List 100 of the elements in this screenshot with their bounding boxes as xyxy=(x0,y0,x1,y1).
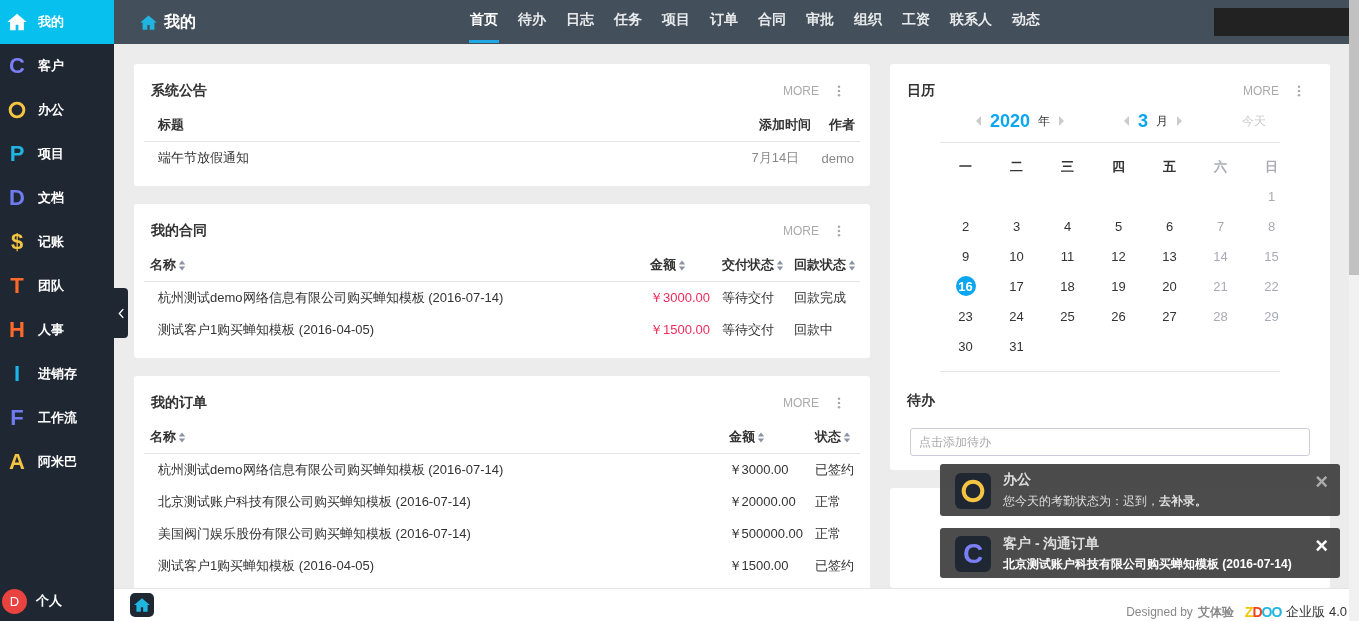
calendar-day[interactable]: 2 xyxy=(955,216,976,236)
next-month-icon[interactable] xyxy=(1176,116,1183,126)
sidebar-item[interactable]: F 工作流 xyxy=(0,396,114,440)
notification-message: 北京测试账户科技有限公司购买蝉知模板 (2016-07-14) xyxy=(1003,557,1293,572)
brand-logo: ZDOO xyxy=(1244,604,1282,620)
calendar-day[interactable]: 19 xyxy=(1108,276,1129,296)
avatar: D xyxy=(2,588,27,614)
menu-letter: H xyxy=(8,319,26,341)
sort-icon[interactable] xyxy=(848,259,856,271)
sidebar-item[interactable]: D 文档 xyxy=(0,176,114,220)
todo-input-field[interactable]: 点击添加待办 xyxy=(910,428,1310,456)
sidebar-item[interactable]: I 进销存 xyxy=(0,352,114,396)
calendar-day[interactable]: 11 xyxy=(1057,246,1078,266)
column-header[interactable]: 名称 xyxy=(150,256,186,274)
sidebar-item[interactable]: $ 记账 xyxy=(0,220,114,264)
month-unit: 月 xyxy=(1156,112,1169,130)
column-header[interactable]: 名称 xyxy=(150,428,186,446)
menu-letter: F xyxy=(9,407,25,429)
sort-icon[interactable] xyxy=(756,431,765,443)
nav-tab[interactable]: 组织 xyxy=(853,0,883,43)
column-header[interactable]: 作者 xyxy=(829,116,856,134)
calendar-day[interactable]: 18 xyxy=(1057,276,1078,296)
sort-icon[interactable] xyxy=(178,431,186,443)
sort-icon[interactable] xyxy=(178,259,186,271)
designer-link[interactable]: 艾体验 xyxy=(1197,603,1234,621)
nav-tab[interactable]: 合同 xyxy=(757,0,787,43)
sidebar-item[interactable]: C 客户 xyxy=(0,44,114,88)
calendar-day[interactable]: 4 xyxy=(1057,216,1078,236)
calendar-day[interactable]: 10 xyxy=(1006,246,1027,266)
sort-icon[interactable] xyxy=(843,431,851,443)
more-options-icon[interactable] xyxy=(837,397,841,409)
column-header[interactable]: 标题 xyxy=(158,116,184,134)
calendar-day[interactable]: 12 xyxy=(1108,246,1129,266)
column-header[interactable]: 交付状态 xyxy=(722,256,784,274)
calendar-day[interactable]: 5 xyxy=(1108,216,1129,236)
edition-text: 企业版 4.0 xyxy=(1286,603,1347,621)
sidebar-item[interactable]: H 人事 xyxy=(0,308,114,352)
weekday-label: 四 xyxy=(1111,158,1126,176)
calendar-day[interactable]: 3 xyxy=(1006,216,1027,236)
home-button[interactable] xyxy=(130,593,154,617)
table-cell: 北京测试账户科技有限公司购买蝉知模板 (2016-07-14) xyxy=(158,494,471,509)
menu-letter: P xyxy=(8,143,26,165)
calendar-day[interactable]: 24 xyxy=(1006,306,1027,326)
sidebar-item[interactable]: T 团队 xyxy=(0,264,114,308)
table-cell: 已签约 xyxy=(815,462,854,477)
sort-icon[interactable] xyxy=(776,259,784,271)
calendar-day[interactable]: 13 xyxy=(1159,246,1180,266)
more-options-icon[interactable] xyxy=(837,225,841,237)
sidebar-item[interactable]: 办公 xyxy=(0,88,114,132)
table-cell: 美国阀门娱乐股份有限公司购买蝉知模板 (2016-07-14) xyxy=(158,526,471,541)
nav-tab[interactable]: 审批 xyxy=(805,0,835,43)
sort-icon[interactable] xyxy=(678,259,686,271)
collapse-button[interactable] xyxy=(114,288,128,338)
nav-tab[interactable]: 联系人 xyxy=(949,0,993,43)
column-header[interactable]: 状态 xyxy=(815,428,851,446)
calendar-day[interactable]: 9 xyxy=(955,246,976,266)
table-cell: ￥1500.00 xyxy=(728,558,789,573)
previous-year-icon[interactable] xyxy=(976,116,982,126)
close-button[interactable]: × xyxy=(1315,535,1328,557)
table-cell: 测试客户1购买蝉知模板 (2016-04-05) xyxy=(158,322,374,337)
table-cell: ￥500000.00 xyxy=(728,526,803,541)
calendar-day[interactable]: 6 xyxy=(1159,216,1180,236)
table-cell: ￥3000.00 xyxy=(650,290,710,305)
nav-tab[interactable]: 动态 xyxy=(1011,0,1041,43)
column-header[interactable]: 回款状态 xyxy=(794,256,856,274)
calendar-day[interactable]: 27 xyxy=(1159,306,1180,326)
month-value: 3 xyxy=(1138,110,1149,132)
calendar-day[interactable]: 25 xyxy=(1057,306,1078,326)
sidebar-item[interactable]: A 阿米巴 xyxy=(0,440,114,484)
calendar-day[interactable]: 23 xyxy=(955,306,976,326)
sidebar-item[interactable]: P 项目 xyxy=(0,132,114,176)
previous-month-icon[interactable] xyxy=(1124,116,1131,126)
column-header[interactable]: 添加时间 xyxy=(759,116,812,134)
nav-tab[interactable]: 日志 xyxy=(565,0,595,43)
nav-tab[interactable]: 项目 xyxy=(661,0,691,43)
more-options-icon[interactable] xyxy=(1297,85,1301,97)
table-cell: ￥3000.00 xyxy=(728,462,789,477)
calendar-day[interactable]: 26 xyxy=(1108,306,1129,326)
next-year-icon[interactable] xyxy=(1058,116,1065,126)
more-options-icon[interactable] xyxy=(837,85,841,97)
year-unit: 年 xyxy=(1038,112,1051,130)
weekday-label: 三 xyxy=(1060,158,1075,176)
close-button[interactable]: × xyxy=(1315,471,1328,493)
calendar-day[interactable]: 20 xyxy=(1159,276,1180,296)
home-icon xyxy=(139,12,158,32)
nav-tab[interactable]: 工资 xyxy=(901,0,931,43)
column-header[interactable]: 金额 xyxy=(650,256,686,274)
scrollbar[interactable] xyxy=(1349,0,1359,621)
calendar-day[interactable]: 30 xyxy=(955,336,976,356)
calendar-day[interactable]: 31 xyxy=(1006,336,1027,356)
user-menu[interactable]: D 个人 xyxy=(0,581,114,621)
column-header[interactable]: 金额 xyxy=(728,428,765,446)
year-value: 2020 xyxy=(990,110,1031,132)
weekday-label: 一 xyxy=(958,158,973,176)
nav-tab[interactable]: 任务 xyxy=(613,0,643,43)
nav-tab[interactable]: 订单 xyxy=(709,0,739,43)
nav-tab[interactable]: 待办 xyxy=(517,0,547,43)
notification-message: 您今天的考勤状态为：迟到，去补录。 xyxy=(1003,493,1208,510)
calendar-day[interactable]: 17 xyxy=(1006,276,1027,296)
app-icon-tile: C xyxy=(955,535,991,572)
